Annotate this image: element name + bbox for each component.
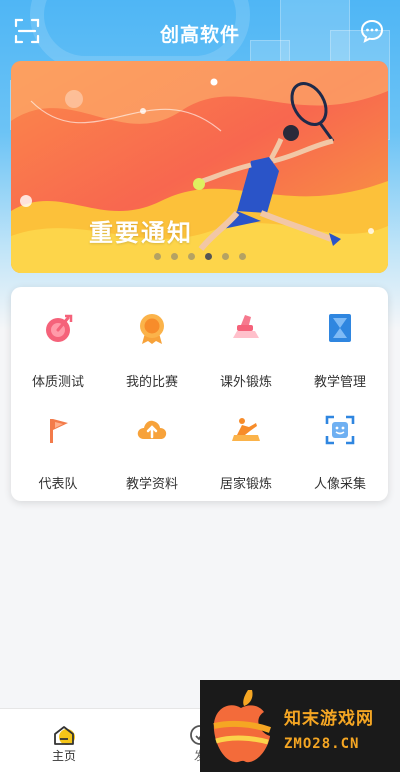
- apple-logo-icon: [213, 690, 271, 763]
- menu-label: 我的比赛: [125, 375, 178, 390]
- watermark-url: ZMO28.CN: [284, 736, 360, 752]
- fitness-test-icon: [46, 314, 73, 342]
- cloud-upload-icon: [137, 420, 167, 439]
- menu-item-teaching-materials[interactable]: 教学资料: [105, 389, 199, 492]
- menu-label: 人像采集: [313, 477, 366, 492]
- menu-item-home-exercise[interactable]: 居家锻炼: [199, 389, 293, 492]
- menu-label: 居家锻炼: [219, 477, 272, 492]
- top-bar: 创高软件: [0, 0, 400, 62]
- carousel-dot[interactable]: [222, 253, 229, 260]
- carousel-indicator: [0, 253, 400, 260]
- menu-item-my-competition[interactable]: 我的比赛: [105, 287, 199, 390]
- menu-label: 课外锻炼: [219, 375, 272, 390]
- tab-label: 主页: [51, 749, 76, 763]
- carousel-dot-active[interactable]: [205, 253, 212, 260]
- banner-title: 重要通知: [89, 219, 193, 247]
- app-title: 创高软件: [159, 24, 240, 46]
- medal-icon: [140, 314, 164, 344]
- carousel-dot[interactable]: [154, 253, 161, 260]
- home-exercise-icon: [232, 418, 260, 441]
- menu-item-teaching-management[interactable]: 教学管理: [293, 287, 387, 390]
- notice-banner[interactable]: 重要通知: [11, 61, 388, 273]
- flag-icon: [50, 419, 68, 443]
- menu-label: 教学资料: [125, 477, 178, 492]
- carousel-dot[interactable]: [171, 253, 178, 260]
- hourglass-icon: [329, 314, 351, 342]
- message-icon[interactable]: [360, 19, 384, 43]
- carousel-dot[interactable]: [188, 253, 195, 260]
- face-scan-icon: [325, 415, 355, 445]
- menu-label: 代表队: [38, 477, 78, 492]
- carousel-dot[interactable]: [239, 253, 246, 260]
- menu-label: 体质测试: [31, 375, 84, 390]
- watermark-text: 知末游戏网: [284, 709, 374, 729]
- exercise-icon: [233, 315, 259, 338]
- menu-item-fitness-test[interactable]: 体质测试: [11, 287, 105, 390]
- menu-item-portrait-capture[interactable]: 人像采集: [293, 389, 387, 492]
- watermark: 知末游戏网 ZMO28.CN: [200, 680, 400, 772]
- home-icon: [54, 726, 75, 745]
- tab-home[interactable]: 主页: [14, 709, 114, 772]
- menu-label: 教学管理: [313, 375, 366, 390]
- menu-item-team[interactable]: 代表队: [11, 389, 105, 492]
- menu-item-extracurricular-exercise[interactable]: 课外锻炼: [199, 287, 293, 390]
- function-menu: 体质测试 我的比赛 课外锻炼 教学管理 代表队 教学资料 居家锻炼 人像采集: [11, 287, 388, 501]
